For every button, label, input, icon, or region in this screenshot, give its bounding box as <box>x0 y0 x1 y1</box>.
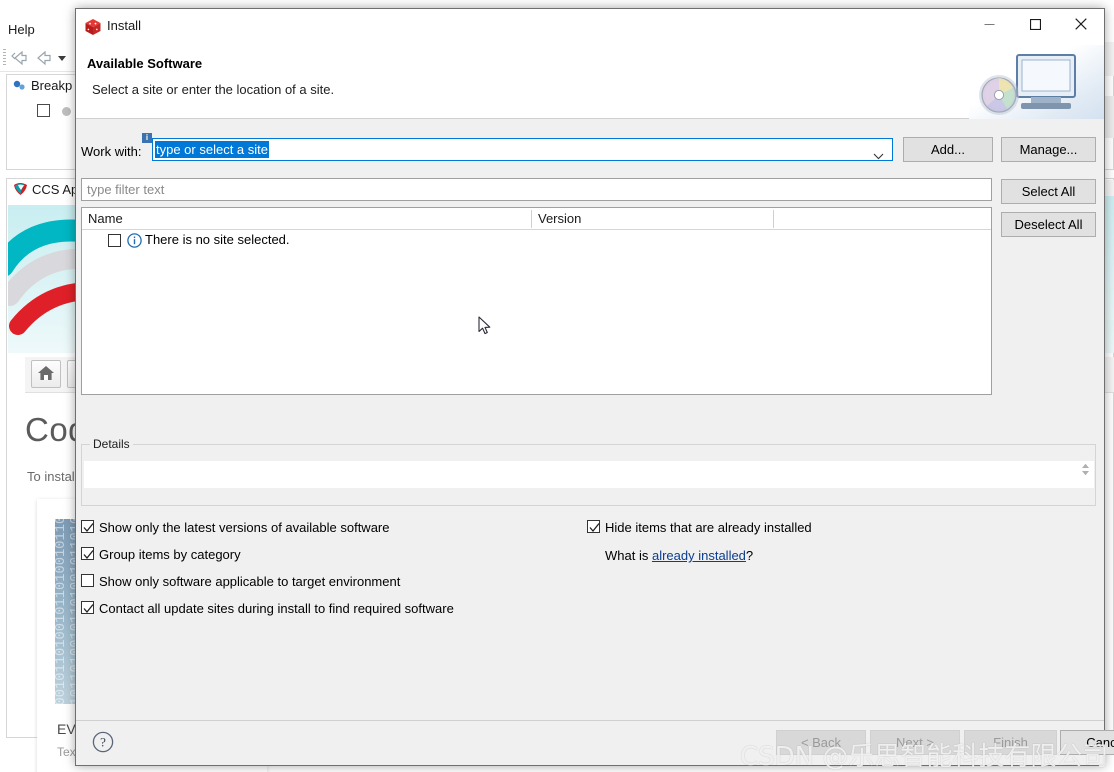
row-checkbox[interactable] <box>108 234 121 247</box>
info-circle-icon <box>127 233 142 251</box>
checkbox-show-applicable-target[interactable]: Show only software applicable to target … <box>81 574 400 589</box>
help-button[interactable]: ? <box>92 731 114 753</box>
scroll-up-icon <box>1082 463 1089 468</box>
checkbox-show-latest-versions[interactable]: Show only the latest versions of availab… <box>81 520 390 535</box>
details-group: Details <box>81 437 1096 506</box>
close-icon <box>1075 18 1087 30</box>
checkbox-box[interactable] <box>81 520 94 533</box>
tab-breakpoints-label: Breakp <box>31 78 73 93</box>
deselect-all-button[interactable]: Deselect All <box>1001 212 1096 237</box>
tree-header: Name Version <box>82 208 991 230</box>
checkbox-box[interactable] <box>81 574 94 587</box>
ccs-subtext: To install <box>27 469 78 484</box>
back-with-badge-icon[interactable] <box>10 48 32 68</box>
back-arrow-icon[interactable] <box>34 48 56 68</box>
breakpoint-icon <box>13 80 27 95</box>
checkbox-label: Group items by category <box>99 547 241 562</box>
row-name: There is no site selected. <box>145 232 290 247</box>
tab-ccs-label: CCS Ap <box>32 182 79 197</box>
table-row[interactable]: There is no site selected. <box>82 230 991 252</box>
column-header-name[interactable]: Name <box>82 208 123 230</box>
available-software-tree[interactable]: Name Version There is no site selected. <box>81 207 992 395</box>
maximize-icon <box>1029 18 1041 30</box>
what-is-already-installed: What is already installed? <box>605 548 753 563</box>
checkbox-label: Contact all update sites during install … <box>99 601 454 616</box>
chevron-down-icon[interactable] <box>873 147 884 165</box>
page-description: Select a site or enter the location of a… <box>92 82 335 97</box>
check-mark-icon <box>83 604 94 614</box>
checkbox-label: Show only the latest versions of availab… <box>99 520 390 535</box>
svg-text:?: ? <box>100 735 106 750</box>
question-mark-icon: ? <box>92 731 114 753</box>
dialog-header: Available Software Select a site or ente… <box>76 45 1104 119</box>
install-box-icon <box>84 18 102 36</box>
check-mark-icon <box>589 523 600 533</box>
work-with-info-icon[interactable]: i <box>142 133 152 143</box>
check-mark-icon <box>83 523 94 533</box>
breakpoint-checkbox[interactable] <box>37 104 50 117</box>
page-title: Available Software <box>87 56 203 71</box>
manage-button[interactable]: Manage... <box>1001 137 1096 162</box>
header-banner <box>969 45 1104 119</box>
dialog-title: Install <box>107 18 141 33</box>
filter-input[interactable]: type filter text <box>81 178 992 201</box>
what-is-prefix: What is <box>605 548 652 563</box>
computer-cd-icon <box>979 54 1076 115</box>
close-button[interactable] <box>1058 9 1104 39</box>
minimize-button[interactable] <box>966 9 1012 39</box>
what-is-suffix: ? <box>745 548 754 563</box>
breakpoint-marker-icon <box>61 107 71 116</box>
checkbox-hide-already-installed[interactable]: Hide items that are already installed <box>587 520 812 535</box>
toolbar-drag-handle[interactable] <box>3 49 6 67</box>
checkbox-box[interactable] <box>587 520 600 533</box>
add-button[interactable]: Add... <box>903 137 993 162</box>
tab-breakpoints[interactable]: Breakp <box>13 78 72 98</box>
already-installed-link[interactable]: already installed <box>652 548 746 563</box>
home-icon <box>38 366 54 380</box>
checkbox-group-items-by-category[interactable]: Group items by category <box>81 547 241 562</box>
toolbar-dropdown-caret-icon[interactable] <box>58 56 66 61</box>
back-button[interactable]: < Back <box>776 730 866 755</box>
checkbox-label: Show only software applicable to target … <box>99 574 401 589</box>
finish-button[interactable]: Finish <box>964 730 1057 755</box>
checkbox-box[interactable] <box>81 601 94 614</box>
select-all-button[interactable]: Select All <box>1001 179 1096 204</box>
tab-ccs-app-center[interactable]: CCS Ap <box>13 182 78 202</box>
dialog-titlebar[interactable]: Install <box>76 9 1104 45</box>
next-button[interactable]: Next > <box>870 730 960 755</box>
details-scrollbar[interactable] <box>1079 462 1092 488</box>
work-with-value[interactable]: type or select a site <box>155 141 269 158</box>
details-text <box>84 461 1094 488</box>
dialog-body: Work with: i type or select a site Add..… <box>76 119 1104 722</box>
minimize-icon <box>984 23 994 25</box>
home-button[interactable] <box>31 360 61 388</box>
checkbox-contact-all-update-sites[interactable]: Contact all update sites during install … <box>81 601 454 616</box>
install-dialog: Install Available Software Select a site… <box>75 8 1114 766</box>
details-legend: Details <box>90 437 133 451</box>
checkbox-label: Hide items that are already installed <box>605 520 812 535</box>
checkbox-box[interactable] <box>81 547 94 560</box>
check-mark-icon <box>83 550 94 560</box>
dialog-footer: ? < Back Next > Finish Cancel <box>76 720 1114 765</box>
column-header-version[interactable]: Version <box>532 208 581 230</box>
ccs-logo-icon <box>13 182 28 199</box>
work-with-label: Work with: <box>81 144 142 159</box>
scroll-down-icon <box>1082 471 1089 476</box>
work-with-combobox[interactable]: type or select a site <box>152 138 893 161</box>
maximize-button[interactable] <box>1012 9 1058 39</box>
menu-item-help[interactable]: Help <box>8 22 35 37</box>
cancel-button[interactable]: Cancel <box>1060 730 1114 755</box>
column-divider-2[interactable] <box>773 210 774 228</box>
